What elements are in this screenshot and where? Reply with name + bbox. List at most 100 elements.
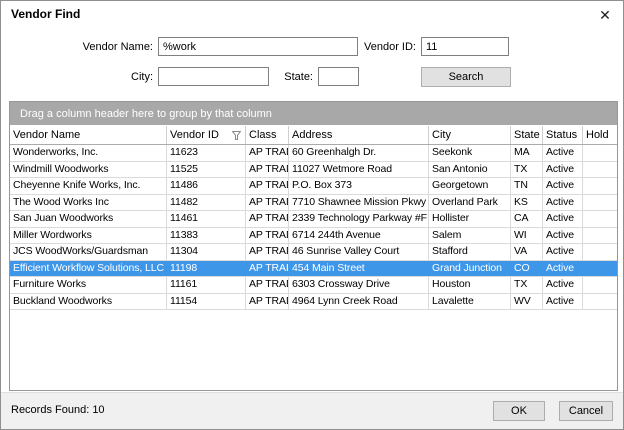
table-row[interactable]: Efficient Workflow Solutions, LLC 11198 … [10, 261, 617, 278]
cell-city: Georgetown [429, 178, 511, 194]
cell-city: San Antonio [429, 162, 511, 178]
cell-vendor-name: Furniture Works [10, 277, 167, 293]
filter-icon[interactable] [232, 131, 241, 140]
vendor-id-label: Vendor ID: [356, 41, 416, 53]
cell-vendor-id: 11198 [167, 261, 246, 277]
cell-address: 2339 Technology Parkway #F [289, 211, 429, 227]
table-row[interactable]: Cheyenne Knife Works, Inc. 11486 AP TRAD… [10, 178, 617, 195]
cell-city: Overland Park [429, 195, 511, 211]
cell-class: AP TRADE [246, 294, 289, 310]
table-row[interactable]: Wonderworks, Inc. 11623 AP TRADE 60 Gree… [10, 145, 617, 162]
table-row[interactable]: San Juan Woodworks 11461 AP TRADE 2339 T… [10, 211, 617, 228]
cell-state: TN [511, 178, 543, 194]
cancel-button[interactable]: Cancel [559, 401, 613, 421]
cell-hold [583, 228, 617, 244]
cell-class: AP TRADE [246, 178, 289, 194]
column-header-state[interactable]: State [511, 126, 543, 144]
table-row[interactable]: JCS WoodWorks/Guardsman 11304 AP TRADE 4… [10, 244, 617, 261]
cell-address: 46 Sunrise Valley Court [289, 244, 429, 260]
group-by-bar[interactable]: Drag a column header here to group by th… [10, 102, 617, 126]
cell-vendor-id: 11304 [167, 244, 246, 260]
window-title: Vendor Find [11, 7, 80, 21]
cell-status: Active [543, 162, 583, 178]
state-label: State: [263, 71, 313, 83]
cell-status: Active [543, 277, 583, 293]
cell-status: Active [543, 261, 583, 277]
city-input[interactable] [158, 67, 269, 86]
cell-vendor-id: 11623 [167, 145, 246, 161]
cell-state: VA [511, 244, 543, 260]
column-header-vendor-id[interactable]: Vendor ID [167, 126, 246, 144]
footer-bar: Records Found: 10 OK Cancel [1, 392, 623, 429]
state-input[interactable] [318, 67, 359, 86]
column-header-address[interactable]: Address [289, 126, 429, 144]
cell-address: 11027 Wetmore Road [289, 162, 429, 178]
column-header-city[interactable]: City [429, 126, 511, 144]
cell-state: TX [511, 277, 543, 293]
table-row[interactable]: The Wood Works Inc 11482 AP TRADE 7710 S… [10, 195, 617, 212]
cell-vendor-name: Buckland Woodworks [10, 294, 167, 310]
cell-vendor-name: JCS WoodWorks/Guardsman [10, 244, 167, 260]
cell-status: Active [543, 244, 583, 260]
cell-status: Active [543, 211, 583, 227]
cell-class: AP TRADE [246, 211, 289, 227]
title-bar: Vendor Find ✕ [1, 1, 623, 29]
cell-class: AP TRADE [246, 244, 289, 260]
cell-vendor-id: 11383 [167, 228, 246, 244]
column-header-vendor-name[interactable]: Vendor Name [10, 126, 167, 144]
vendor-grid: Drag a column header here to group by th… [9, 101, 618, 391]
cell-vendor-name: San Juan Woodworks [10, 211, 167, 227]
cell-hold [583, 145, 617, 161]
cell-hold [583, 244, 617, 260]
cell-class: AP TRADE [246, 277, 289, 293]
cell-address: 6303 Crossway Drive [289, 277, 429, 293]
cell-status: Active [543, 228, 583, 244]
column-header-class[interactable]: Class [246, 126, 289, 144]
cell-vendor-name: The Wood Works Inc [10, 195, 167, 211]
vendor-name-input[interactable] [158, 37, 358, 56]
cell-class: AP TRADE [246, 195, 289, 211]
cell-status: Active [543, 294, 583, 310]
vendor-id-input[interactable] [421, 37, 509, 56]
cell-address: 454 Main Street [289, 261, 429, 277]
table-row[interactable]: Buckland Woodworks 11154 AP TRADE 4964 L… [10, 294, 617, 311]
cell-vendor-id: 11482 [167, 195, 246, 211]
cell-state: WI [511, 228, 543, 244]
cell-vendor-id: 11525 [167, 162, 246, 178]
cell-class: AP TRADE [246, 162, 289, 178]
cell-hold [583, 162, 617, 178]
cell-hold [583, 178, 617, 194]
cell-city: Houston [429, 277, 511, 293]
cell-address: 6714 244th Avenue [289, 228, 429, 244]
cell-vendor-id: 11486 [167, 178, 246, 194]
cell-vendor-name: Efficient Workflow Solutions, LLC [10, 261, 167, 277]
cell-city: Hollister [429, 211, 511, 227]
cell-city: Grand Junction [429, 261, 511, 277]
grid-header-row: Vendor Name Vendor ID Class Address City… [10, 126, 617, 145]
cell-state: TX [511, 162, 543, 178]
cell-class: AP TRADE [246, 145, 289, 161]
table-row[interactable]: Furniture Works 11161 AP TRADE 6303 Cros… [10, 277, 617, 294]
cell-address: P.O. Box 373 [289, 178, 429, 194]
cell-address: 4964 Lynn Creek Road [289, 294, 429, 310]
cell-city: Salem [429, 228, 511, 244]
column-header-hold[interactable]: Hold [583, 126, 617, 144]
cell-hold [583, 294, 617, 310]
vendor-name-label: Vendor Name: [41, 41, 153, 53]
cell-state: CO [511, 261, 543, 277]
cell-vendor-id: 11461 [167, 211, 246, 227]
vendor-find-dialog: Vendor Find ✕ Vendor Name: Vendor ID: Ci… [0, 0, 624, 430]
table-row[interactable]: Miller Wordworks 11383 AP TRADE 6714 244… [10, 228, 617, 245]
cell-city: Lavalette [429, 294, 511, 310]
cell-vendor-name: Cheyenne Knife Works, Inc. [10, 178, 167, 194]
ok-button[interactable]: OK [493, 401, 545, 421]
table-row[interactable]: Windmill Woodworks 11525 AP TRADE 11027 … [10, 162, 617, 179]
search-button[interactable]: Search [421, 67, 511, 87]
close-icon[interactable]: ✕ [595, 5, 615, 25]
cell-city: Seekonk [429, 145, 511, 161]
cell-vendor-id: 11154 [167, 294, 246, 310]
cell-city: Stafford [429, 244, 511, 260]
cell-address: 60 Greenhalgh Dr. [289, 145, 429, 161]
cell-state: WV [511, 294, 543, 310]
column-header-status[interactable]: Status [543, 126, 583, 144]
